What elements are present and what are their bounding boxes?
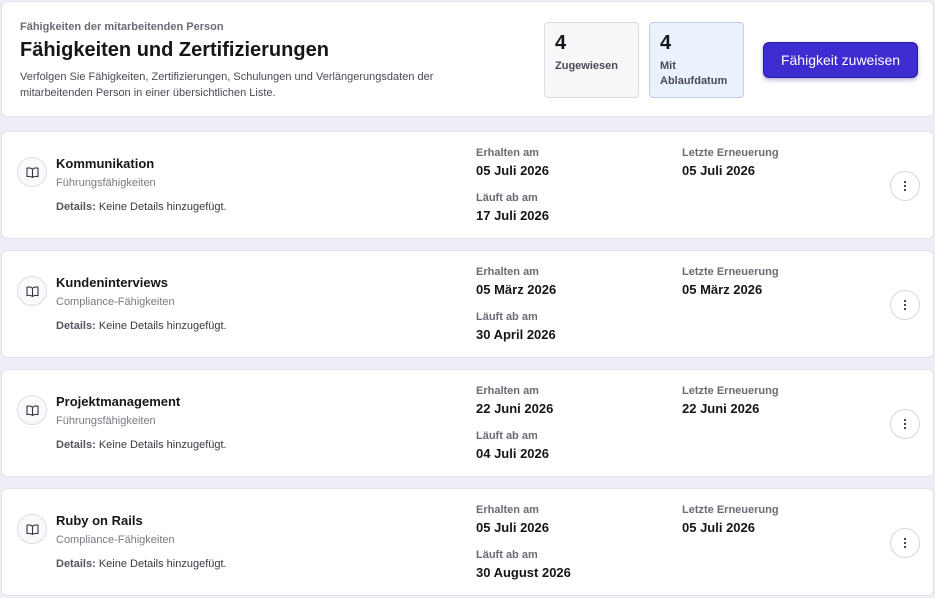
more-vertical-icon[interactable] xyxy=(890,290,920,320)
obtained-date: 05 Juli 2026 xyxy=(476,520,549,535)
renewal-label: Letzte Erneuerung xyxy=(682,266,779,278)
skill-category: Compliance-Fähigkeiten xyxy=(56,534,175,546)
skill-category: Führungsfähigkeiten xyxy=(56,177,156,189)
obtained-label: Erhalten am xyxy=(476,147,539,159)
skill-name: Ruby on Rails xyxy=(56,513,143,528)
details-value: Keine Details hinzugefügt. xyxy=(98,320,227,332)
skill-card: Kommunikation Führungsfähigkeiten Detail… xyxy=(1,131,934,239)
stat-with-expiry: 4 Mit Ablaufdatum xyxy=(649,22,744,98)
section-eyebrow: Fähigkeiten der mitarbeitenden Person xyxy=(20,21,224,33)
expires-label: Läuft ab am xyxy=(476,549,538,561)
obtained-date: 05 Juli 2026 xyxy=(476,163,549,178)
assign-skill-button[interactable]: Fähigkeit zuweisen xyxy=(763,42,918,78)
obtained-date: 22 Juni 2026 xyxy=(476,401,554,416)
skill-name: Projektmanagement xyxy=(56,394,181,409)
obtained-label: Erhalten am xyxy=(476,385,539,397)
renewal-date: 05 Juli 2026 xyxy=(682,520,755,535)
skill-card: Ruby on Rails Compliance-Fähigkeiten Det… xyxy=(1,488,934,596)
renewal-date: 05 März 2026 xyxy=(682,282,763,297)
renewal-date: 22 Juni 2026 xyxy=(682,401,760,416)
details-value: Keine Details hinzugefügt. xyxy=(98,201,227,213)
skills-header: Fähigkeiten der mitarbeitenden Person Fä… xyxy=(1,1,934,117)
details-label: Details: xyxy=(56,201,96,213)
renewal-label: Letzte Erneuerung xyxy=(682,504,779,516)
book-icon xyxy=(17,276,47,306)
stat-expiry-value: 4 xyxy=(660,32,672,54)
page-title: Fähigkeiten und Zertifizierungen xyxy=(20,39,329,61)
skill-details: Details: Keine Details hinzugefügt. xyxy=(56,439,227,451)
obtained-label: Erhalten am xyxy=(476,504,539,516)
stat-assigned: 4 Zugewiesen xyxy=(544,22,639,98)
page-description: Verfolgen Sie Fähigkeiten, Zertifizierun… xyxy=(20,71,434,99)
details-value: Keine Details hinzugefügt. xyxy=(98,558,227,570)
details-value: Keine Details hinzugefügt. xyxy=(98,439,227,451)
skill-details: Details: Keine Details hinzugefügt. xyxy=(56,558,227,570)
book-icon xyxy=(17,395,47,425)
renewal-label: Letzte Erneuerung xyxy=(682,385,779,397)
skill-details: Details: Keine Details hinzugefügt. xyxy=(56,201,227,213)
obtained-date: 05 März 2026 xyxy=(476,282,557,297)
expires-date: 17 Juli 2026 xyxy=(476,208,549,223)
skill-name: Kommunikation xyxy=(56,156,155,171)
expires-label: Läuft ab am xyxy=(476,192,538,204)
stat-expiry-label: Mit Ablaufdatum xyxy=(660,60,728,87)
skill-category: Führungsfähigkeiten xyxy=(56,415,156,427)
skill-name: Kundeninterviews xyxy=(56,275,168,290)
expires-date: 30 April 2026 xyxy=(476,327,556,342)
more-vertical-icon[interactable] xyxy=(890,528,920,558)
skill-details: Details: Keine Details hinzugefügt. xyxy=(56,320,227,332)
renewal-date: 05 Juli 2026 xyxy=(682,163,755,178)
expires-date: 04 Juli 2026 xyxy=(476,446,549,461)
stat-assigned-label: Zugewiesen xyxy=(555,60,618,72)
details-label: Details: xyxy=(56,558,96,570)
obtained-label: Erhalten am xyxy=(476,266,539,278)
more-vertical-icon[interactable] xyxy=(890,409,920,439)
renewal-label: Letzte Erneuerung xyxy=(682,147,779,159)
expires-label: Läuft ab am xyxy=(476,311,538,323)
skill-category: Compliance-Fähigkeiten xyxy=(56,296,175,308)
expires-label: Läuft ab am xyxy=(476,430,538,442)
skill-card: Projektmanagement Führungsfähigkeiten De… xyxy=(1,369,934,477)
expires-date: 30 August 2026 xyxy=(476,565,571,580)
skill-card: Kundeninterviews Compliance-Fähigkeiten … xyxy=(1,250,934,358)
book-icon xyxy=(17,514,47,544)
book-icon xyxy=(17,157,47,187)
stat-assigned-value: 4 xyxy=(555,32,567,54)
more-vertical-icon[interactable] xyxy=(890,171,920,201)
details-label: Details: xyxy=(56,439,96,451)
details-label: Details: xyxy=(56,320,96,332)
